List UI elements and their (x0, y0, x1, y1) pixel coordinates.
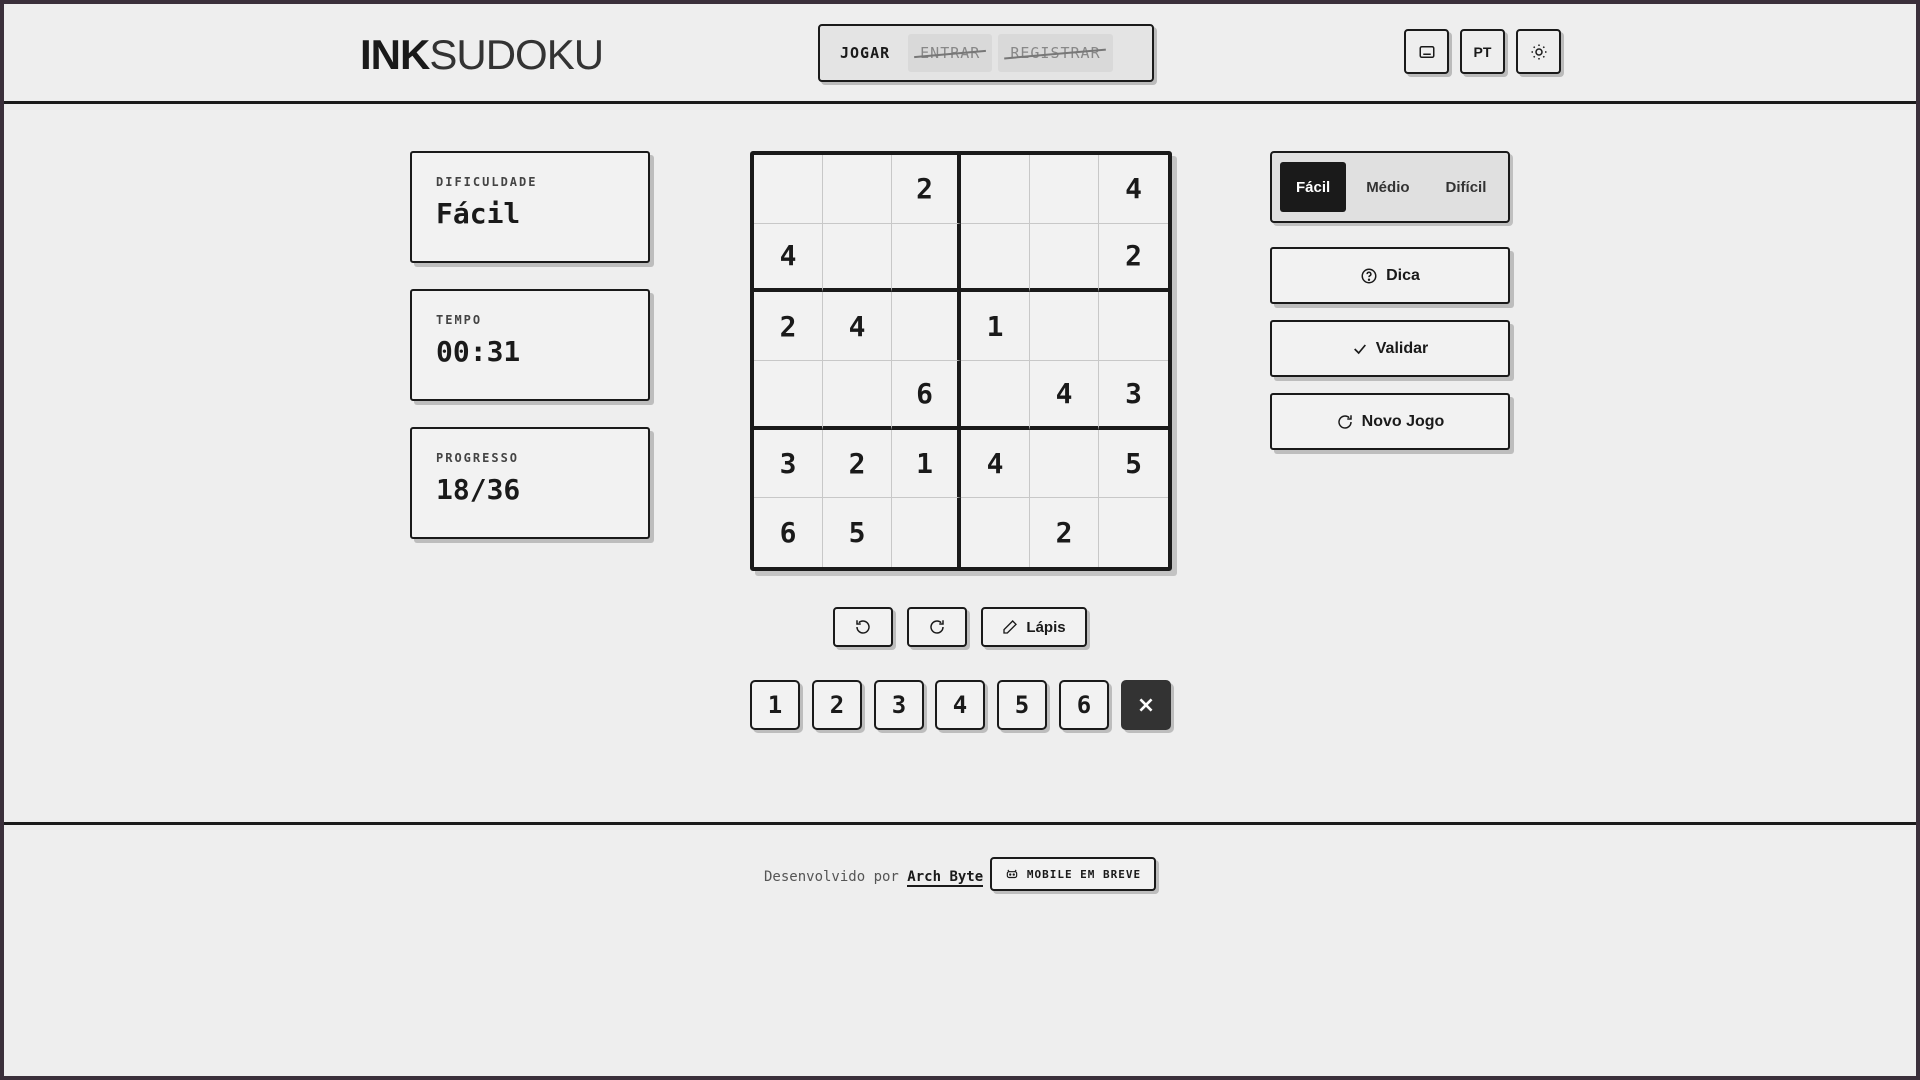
sun-icon (1531, 44, 1546, 59)
sudoku-cell[interactable] (961, 498, 1030, 567)
main-nav: JOGAR ENTRAR REGISTRAR (818, 24, 1154, 82)
pencil-icon (1003, 620, 1018, 634)
erase-button[interactable]: × (1121, 680, 1171, 730)
number-key-6[interactable]: 6 (1059, 680, 1109, 730)
sudoku-board: 244224164332145652 (750, 151, 1172, 571)
redo-icon (930, 620, 944, 634)
redo-button[interactable] (907, 607, 967, 647)
sudoku-cell[interactable] (823, 360, 892, 430)
pencil-button[interactable]: Lápis (981, 607, 1087, 647)
sudoku-cell[interactable]: 2 (892, 155, 961, 224)
sudoku-cell[interactable]: 6 (754, 498, 823, 567)
difficulty-value: Fácil (436, 197, 521, 230)
sudoku-cell[interactable]: 5 (823, 498, 892, 567)
credit-link[interactable]: Arch Byte (907, 869, 984, 887)
sudoku-cell[interactable]: 4 (1030, 360, 1099, 430)
sudoku-cell[interactable] (961, 223, 1030, 293)
sudoku-cell[interactable]: 2 (754, 292, 823, 361)
sudoku-cell[interactable]: 4 (754, 223, 823, 293)
nav-play[interactable]: JOGAR (828, 34, 902, 72)
credit-text: Desenvolvido por Arch Byte (764, 869, 984, 887)
sudoku-cell[interactable]: 4 (823, 292, 892, 361)
android-icon (1006, 869, 1018, 879)
sudoku-cell[interactable]: 2 (1099, 224, 1168, 293)
progress-card: PROGRESSO 18/36 (410, 427, 650, 539)
number-key-3[interactable]: 3 (874, 680, 924, 730)
sudoku-cell[interactable]: 1 (961, 292, 1030, 361)
sudoku-cell[interactable]: 2 (823, 429, 892, 499)
check-icon (1353, 343, 1366, 354)
sudoku-cell[interactable] (892, 498, 961, 567)
sudoku-cell[interactable] (961, 155, 1030, 224)
language-label: PT (1473, 43, 1492, 60)
hint-label: Dica (1386, 266, 1420, 284)
keyboard-icon (1419, 45, 1434, 58)
theme-toggle-button[interactable] (1516, 29, 1561, 74)
difficulty-easy[interactable]: Fácil (1280, 162, 1347, 212)
sudoku-cell[interactable] (754, 155, 823, 224)
sudoku-cell[interactable] (1030, 155, 1099, 224)
sudoku-cell[interactable]: 2 (1030, 498, 1099, 567)
undo-button[interactable] (833, 607, 893, 647)
sudoku-cell[interactable]: 3 (1099, 361, 1168, 430)
difficulty-card: DIFICULDADE Fácil (410, 151, 650, 263)
credit-prefix: Desenvolvido por (764, 869, 899, 885)
progress-label: PROGRESSO (436, 451, 520, 465)
sudoku-cell[interactable]: 1 (892, 429, 961, 499)
keyboard-button[interactable] (1404, 29, 1449, 74)
undo-icon (856, 620, 870, 634)
sudoku-cell[interactable] (892, 292, 961, 361)
sudoku-cell[interactable]: 4 (1099, 155, 1168, 224)
difficulty-label: DIFICULDADE (436, 175, 538, 189)
sudoku-cell[interactable]: 6 (892, 360, 961, 430)
validate-label: Validar (1375, 339, 1429, 357)
app-frame: INKSUDOKU JOGAR ENTRAR REGISTRAR PT DIFI… (4, 4, 1916, 1076)
difficulty-medium[interactable]: Médio (1350, 162, 1425, 212)
sudoku-cell[interactable] (823, 223, 892, 293)
time-card: TEMPO 00:31 (410, 289, 650, 401)
number-key-1[interactable]: 1 (750, 680, 800, 730)
sudoku-cell[interactable] (1030, 223, 1099, 293)
number-key-5[interactable]: 5 (997, 680, 1047, 730)
time-value: 00:31 (436, 335, 521, 368)
sudoku-cell[interactable] (754, 360, 823, 430)
nav-register[interactable]: REGISTRAR (998, 34, 1113, 72)
logo[interactable]: INKSUDOKU (360, 30, 604, 80)
sudoku-cell[interactable] (1030, 429, 1099, 499)
difficulty-hard[interactable]: Difícil (1430, 162, 1503, 212)
hint-button[interactable]: Dica (1270, 247, 1510, 304)
footer: Desenvolvido por Arch Byte MOBILE EM BRE… (4, 822, 1916, 1076)
logo-light: SUDOKU (429, 31, 604, 78)
sudoku-cell[interactable] (961, 360, 1030, 430)
header: INKSUDOKU JOGAR ENTRAR REGISTRAR PT (4, 4, 1916, 104)
sudoku-cell[interactable]: 4 (961, 429, 1030, 499)
sudoku-cell[interactable] (1099, 292, 1168, 361)
language-button[interactable]: PT (1460, 29, 1505, 74)
sudoku-cell[interactable] (823, 155, 892, 224)
number-key-4[interactable]: 4 (935, 680, 985, 730)
mobile-coming-soon-button[interactable]: MOBILE EM BREVE (990, 857, 1156, 891)
sudoku-cell[interactable]: 3 (754, 429, 823, 499)
pencil-label: Lápis (1026, 618, 1066, 636)
difficulty-selector: Fácil Médio Difícil (1270, 151, 1510, 223)
number-key-2[interactable]: 2 (812, 680, 862, 730)
progress-value: 18/36 (436, 473, 521, 506)
sudoku-cell[interactable]: 5 (1099, 430, 1168, 499)
validate-button[interactable]: Validar (1270, 320, 1510, 377)
sudoku-cell[interactable] (1030, 292, 1099, 361)
nav-login[interactable]: ENTRAR (908, 34, 993, 72)
new-game-label: Novo Jogo (1361, 412, 1445, 430)
time-label: TEMPO (436, 313, 483, 327)
logo-bold: INK (360, 31, 430, 78)
refresh-icon (1337, 414, 1352, 429)
sudoku-cell[interactable] (1099, 498, 1168, 567)
sudoku-cell[interactable] (892, 223, 961, 293)
new-game-button[interactable]: Novo Jogo (1270, 393, 1510, 450)
mobile-label: MOBILE EM BREVE (1026, 867, 1142, 881)
help-circle-icon (1361, 268, 1377, 283)
